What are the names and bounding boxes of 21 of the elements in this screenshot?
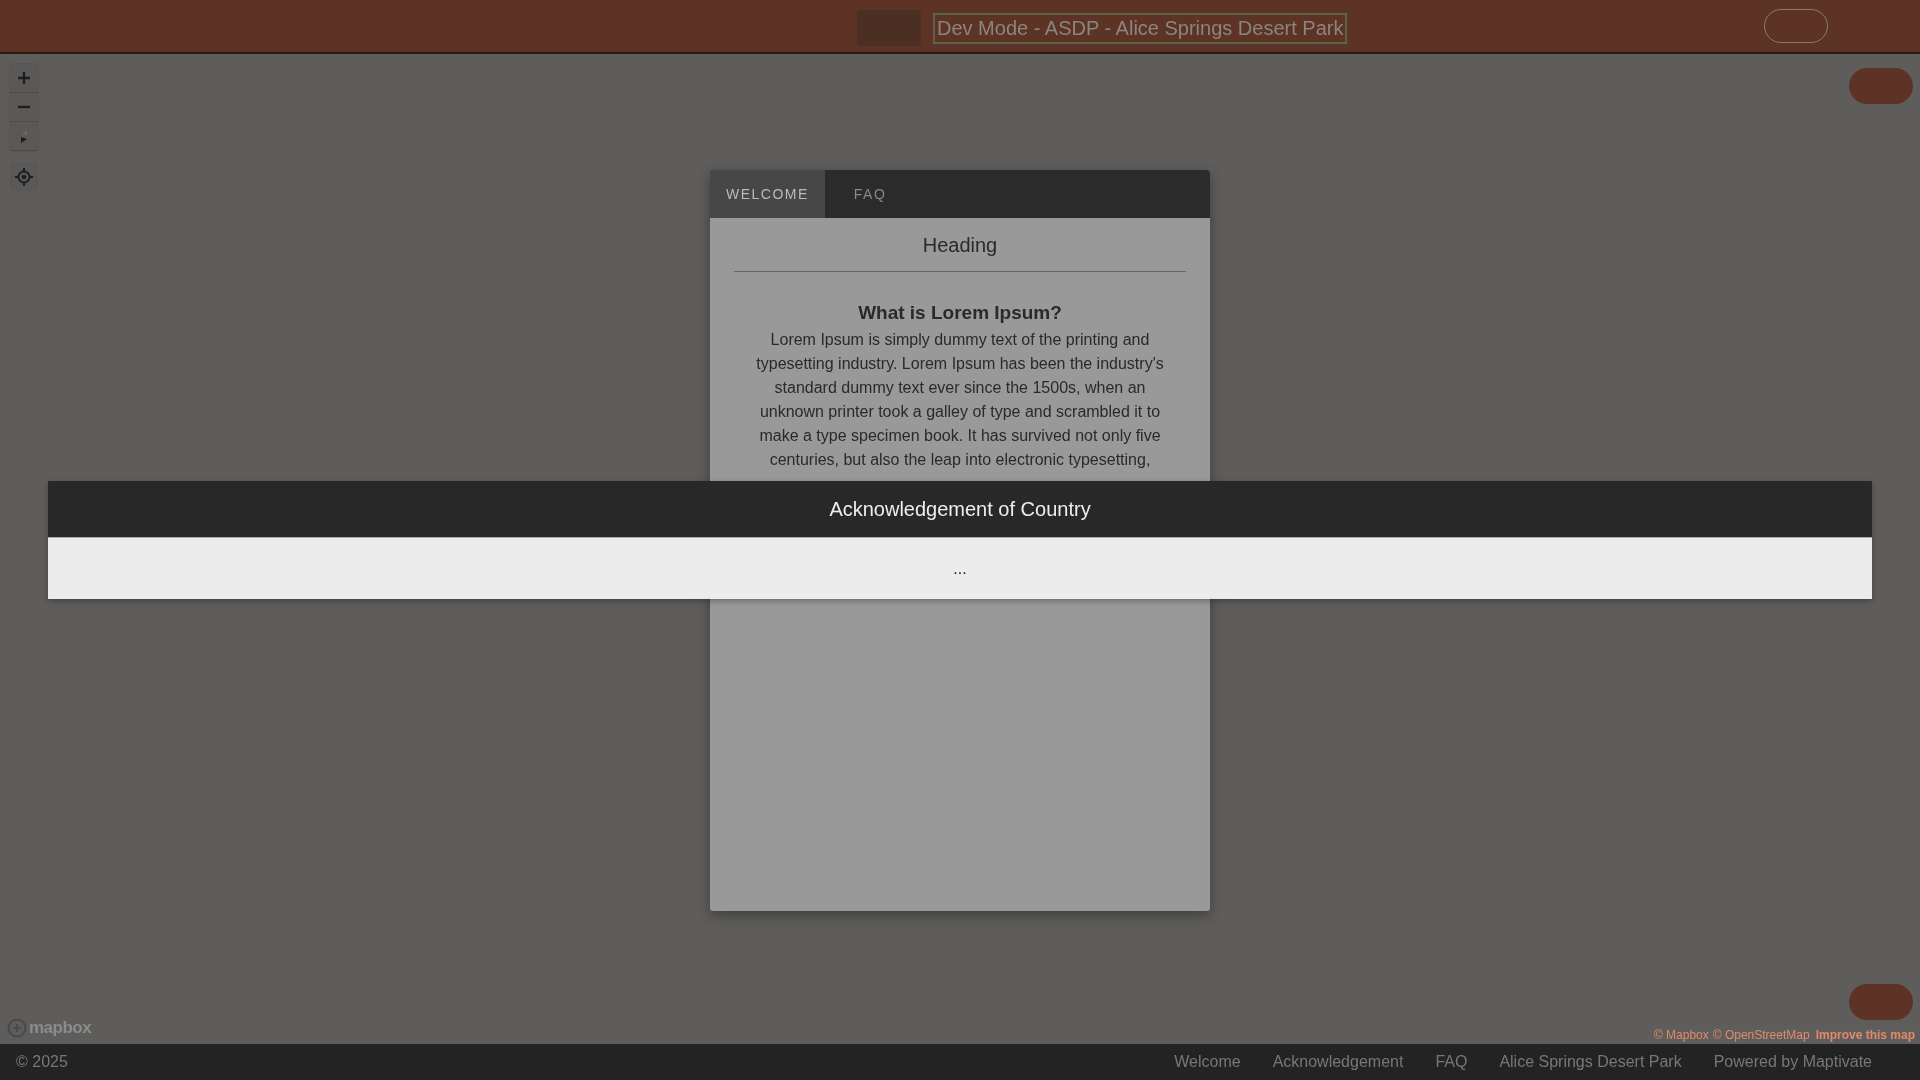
tab[interactable]: FAQ [824,170,916,218]
body-text: Lorem Ipsum is simply dummy text of the printing and typesetting industry. Lorem Ipsum has been the industry's standard dummy text ever since the 1500s, when an unknown printer took a galley of type and scrambled it to make a type specimen book. It has survived not only five centuries, but also the leap into electronic typesetting, [755,330,1165,470]
tab[interactable]: WELCOME [710,170,825,218]
footer-link[interactable]: Alice Springs Desert Park [1499,1053,1682,1071]
map-button[interactable] [1849,68,1913,104]
map-button[interactable] [1849,984,1913,1020]
section-heading: What is Lorem Ipsum? [857,302,1063,324]
attribution-link[interactable]: © OpenStreetMap [1712,1028,1810,1042]
dialog-heading: Heading [921,233,999,257]
footer-link[interactable]: Acknowledgement [1272,1053,1404,1071]
locate-icon[interactable] [10,162,38,191]
footer-link[interactable]: Powered by Maptivate [1713,1053,1872,1071]
copyright-text: © 2025 [16,1053,68,1071]
banner-title: Acknowledgement of Country [829,497,1091,521]
improve-map-link[interactable]: Improve this map [1815,1028,1915,1042]
footer-link[interactable]: Welcome [1174,1053,1241,1071]
footer-link[interactable]: FAQ [1435,1053,1468,1071]
app-title: Dev Mode - ASDP - Alice Springs Desert Park [933,12,1348,44]
banner-text: ... [953,559,967,578]
zoom-in-icon[interactable] [10,64,38,93]
attribution-link[interactable]: © Mapbox [1653,1028,1709,1042]
